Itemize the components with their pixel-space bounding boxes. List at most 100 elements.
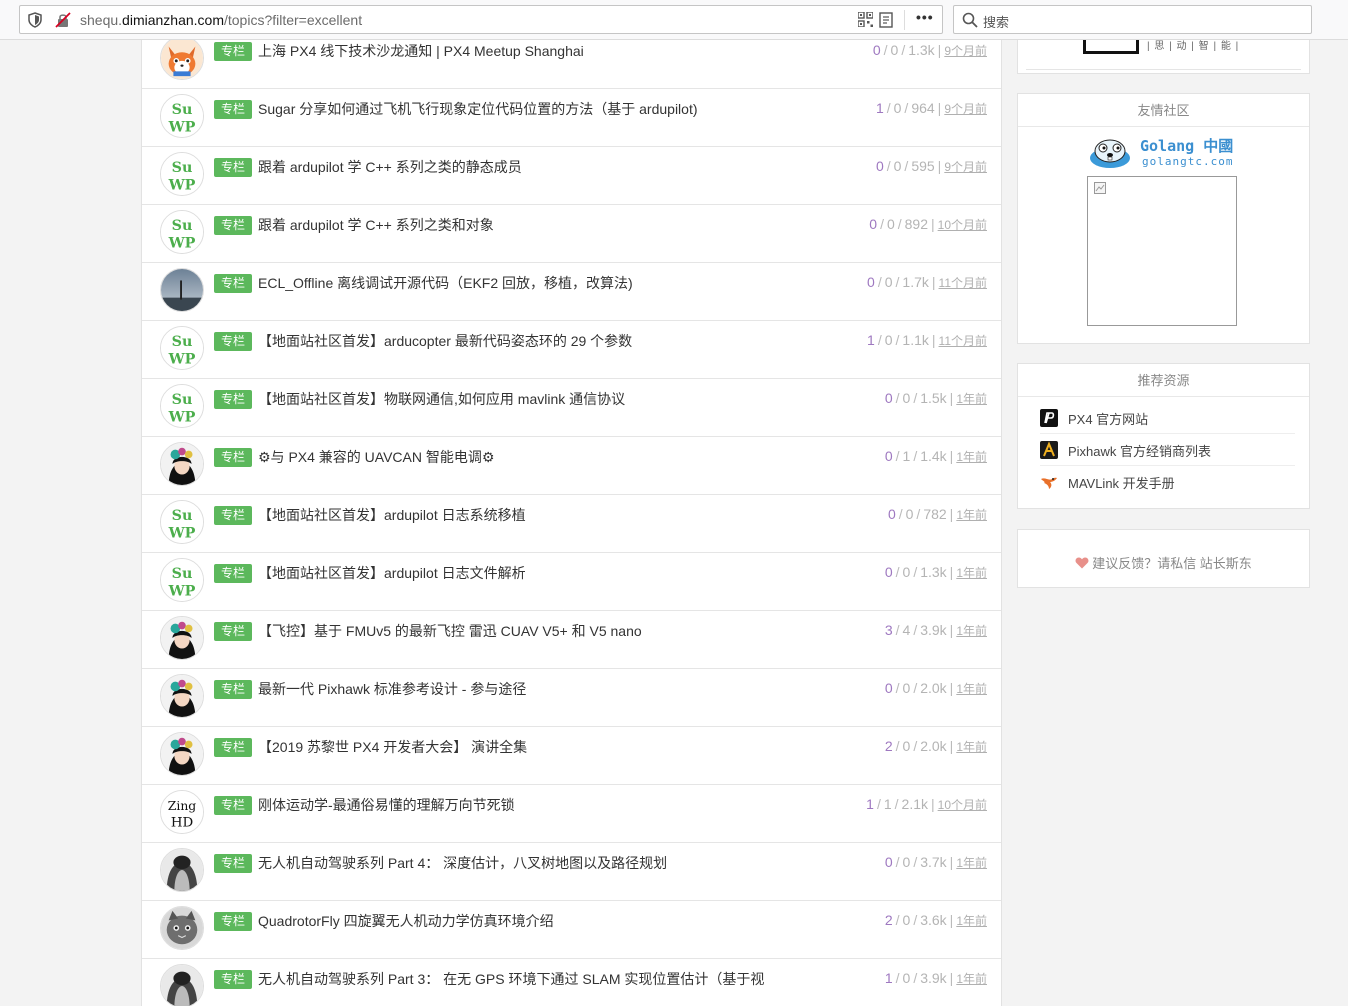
last-reply-time-link[interactable]: 1年前 xyxy=(956,856,987,870)
last-reply-time-link[interactable]: 1年前 xyxy=(956,566,987,580)
topic-title-link[interactable]: 【2019 苏黎世 PX4 开发者大会】 演讲全集 xyxy=(258,737,527,757)
topic-row[interactable]: Su WP 专栏 Sugar 分享如何通过飞机飞行现象定位代码位置的方法（基于 ard… xyxy=(142,89,1001,147)
user-avatar[interactable]: Su WP xyxy=(160,500,204,544)
user-avatar[interactable] xyxy=(160,848,204,892)
topic-row[interactable]: 专栏 上海 PX4 线下技术沙龙通知 | PX4 Meetup Shanghai 0… xyxy=(142,40,1001,89)
column-tag-badge[interactable]: 专栏 xyxy=(214,506,252,525)
user-avatar[interactable] xyxy=(160,442,204,486)
topic-row[interactable]: 专栏 【飞控】基于 FMUv5 的最新飞控 雷迅 CUAV V5+ 和 V5 na… xyxy=(142,611,1001,669)
last-reply-time-link[interactable]: 1年前 xyxy=(956,508,987,522)
topic-title-link[interactable]: 最新一代 Pixhawk 标准参考设计 - 参与途径 xyxy=(258,679,526,699)
topic-row[interactable]: 专栏 最新一代 Pixhawk 标准参考设计 - 参与途径 0/0/2.0k | 1年前 xyxy=(142,669,1001,727)
topic-title-link[interactable]: 【飞控】基于 FMUv5 的最新飞控 雷迅 CUAV V5+ 和 V5 nano xyxy=(258,621,642,641)
user-avatar[interactable]: Zing HD xyxy=(160,790,204,834)
column-tag-badge[interactable]: 专栏 xyxy=(214,42,252,61)
user-avatar[interactable]: Su WP xyxy=(160,210,204,254)
last-reply-time-link[interactable]: 1年前 xyxy=(956,392,987,406)
topic-title-link[interactable]: 上海 PX4 线下技术沙龙通知 | PX4 Meetup Shanghai xyxy=(258,41,584,61)
insecure-lock-icon[interactable] xyxy=(55,12,71,28)
golang-banner[interactable]: Golang 中國 golangtc.com xyxy=(1088,134,1240,170)
user-avatar[interactable]: Su WP xyxy=(160,326,204,370)
last-reply-time-link[interactable]: 11个月前 xyxy=(939,334,987,348)
partner-logo[interactable] xyxy=(1083,40,1139,54)
topic-title-link[interactable]: 【地面站社区首发】arducopter 最新代码姿态环的 29 个参数 xyxy=(258,331,632,351)
column-tag-badge[interactable]: 专栏 xyxy=(214,738,252,757)
user-avatar[interactable] xyxy=(160,732,204,776)
topic-row[interactable]: Su WP 专栏 跟着 ardupilot 学 C++ 系列之类和对象 0/0/892 |… xyxy=(142,205,1001,263)
column-tag-badge[interactable]: 专栏 xyxy=(214,564,252,583)
column-tag-badge[interactable]: 专栏 xyxy=(214,912,252,931)
column-tag-badge[interactable]: 专栏 xyxy=(214,680,252,699)
column-tag-badge[interactable]: 专栏 xyxy=(214,216,252,235)
topic-title-link[interactable]: 跟着 ardupilot 学 C++ 系列之类和对象 xyxy=(258,215,494,235)
topic-row[interactable]: 专栏 ECL_Offline 离线调试开源代码（EKF2 回放，移植，改算法) 0/… xyxy=(142,263,1001,321)
topic-row[interactable]: Su WP 专栏 【地面站社区首发】ardupilot 日志系统移植 0/0/782 | 1… xyxy=(142,495,1001,553)
feedback-link[interactable]: 建议反馈？请私信 站长斯东 xyxy=(1018,553,1309,572)
user-avatar[interactable] xyxy=(160,964,204,1006)
last-reply-time-link[interactable]: 9个月前 xyxy=(944,44,987,58)
reader-view-icon[interactable] xyxy=(879,12,893,28)
user-avatar[interactable] xyxy=(160,674,204,718)
column-tag-badge[interactable]: 专栏 xyxy=(214,448,252,467)
topic-row[interactable]: 专栏 ⚙与 PX4 兼容的 UAVCAN 智能电调⚙ 0/1/1.4k | 1年前 xyxy=(142,437,1001,495)
topic-title-link[interactable]: Sugar 分享如何通过飞机飞行现象定位代码位置的方法（基于 ardupilot… xyxy=(258,99,698,119)
resource-px4[interactable]: PX4 官方网站 xyxy=(1040,402,1295,434)
topic-title-link[interactable]: 【地面站社区首发】ardupilot 日志系统移植 xyxy=(258,505,526,525)
user-avatar[interactable]: Su WP xyxy=(160,94,204,138)
topic-row[interactable]: Zing HD 专栏 刚体运动学-最通俗易懂的理解万向节死锁 1/1/2.1k | 10个月… xyxy=(142,785,1001,843)
topic-row[interactable]: Su WP 专栏 【地面站社区首发】ardupilot 日志文件解析 0/0/1.3k |… xyxy=(142,553,1001,611)
partner-image-placeholder[interactable] xyxy=(1087,176,1237,326)
column-tag-badge[interactable]: 专栏 xyxy=(214,390,252,409)
resource-pixhawk[interactable]: Pixhawk 官方经销商列表 xyxy=(1040,434,1295,466)
user-avatar[interactable]: Su WP xyxy=(160,152,204,196)
url-text[interactable]: shequ.dimianzhan.com/topics?filter=excel… xyxy=(80,12,362,28)
column-tag-badge[interactable]: 专栏 xyxy=(214,796,252,815)
last-reply-time-link[interactable]: 9个月前 xyxy=(944,102,987,116)
topic-title-link[interactable]: 刚体运动学-最通俗易懂的理解万向节死锁 xyxy=(258,795,515,815)
topic-row[interactable]: Su WP 专栏 【地面站社区首发】物联网通信,如何应用 mavlink 通信协议 0/… xyxy=(142,379,1001,437)
topic-title-link[interactable]: 跟着 ardupilot 学 C++ 系列之类的静态成员 xyxy=(258,157,522,177)
topic-title-link[interactable]: 无人机自动驾驶系列 Part 4： 深度估计，八叉树地图以及路径规划 xyxy=(258,853,667,873)
topic-title-link[interactable]: ECL_Offline 离线调试开源代码（EKF2 回放，移植，改算法) xyxy=(258,273,633,293)
last-reply-time-link[interactable]: 1年前 xyxy=(956,624,987,638)
topic-title-link[interactable]: 【地面站社区首发】物联网通信,如何应用 mavlink 通信协议 xyxy=(258,389,625,409)
topic-title-link[interactable]: ⚙与 PX4 兼容的 UAVCAN 智能电调⚙ xyxy=(258,447,494,467)
topic-row[interactable]: 专栏 【2019 苏黎世 PX4 开发者大会】 演讲全集 2/0/2.0k | 1年前 xyxy=(142,727,1001,785)
search-bar[interactable]: 搜索 xyxy=(953,5,1312,34)
topic-row[interactable]: 专栏 无人机自动驾驶系列 Part 4： 深度估计，八叉树地图以及路径规划 0/0/… xyxy=(142,843,1001,901)
topic-row[interactable]: Su WP 专栏 【地面站社区首发】arducopter 最新代码姿态环的 29 个参… xyxy=(142,321,1001,379)
user-avatar[interactable] xyxy=(160,906,204,950)
user-avatar[interactable] xyxy=(160,40,204,80)
user-avatar[interactable] xyxy=(160,268,204,312)
last-reply-time-link[interactable]: 1年前 xyxy=(956,740,987,754)
topic-row[interactable]: Su WP 专栏 跟着 ardupilot 学 C++ 系列之类的静态成员 0/0/59… xyxy=(142,147,1001,205)
last-reply-time-link[interactable]: 10个月前 xyxy=(938,218,987,232)
qr-code-icon[interactable] xyxy=(858,12,873,27)
user-avatar[interactable]: Su WP xyxy=(160,558,204,602)
topic-row[interactable]: 专栏 QuadrotorFly 四旋翼无人机动力学仿真环境介绍 2/0/3.6k | 1… xyxy=(142,901,1001,959)
last-reply-time-link[interactable]: 1年前 xyxy=(956,972,987,986)
user-avatar[interactable] xyxy=(160,616,204,660)
user-avatar[interactable]: Su WP xyxy=(160,384,204,428)
last-reply-time-link[interactable]: 11个月前 xyxy=(939,276,987,290)
topic-title-link[interactable]: QuadrotorFly 四旋翼无人机动力学仿真环境介绍 xyxy=(258,911,554,931)
last-reply-time-link[interactable]: 1年前 xyxy=(956,682,987,696)
address-bar[interactable]: shequ.dimianzhan.com/topics?filter=excel… xyxy=(19,5,943,34)
column-tag-badge[interactable]: 专栏 xyxy=(214,274,252,293)
column-tag-badge[interactable]: 专栏 xyxy=(214,100,252,119)
topic-title-link[interactable]: 无人机自动驾驶系列 Part 3： 在无 GPS 环境下通过 SLAM 实现位置… xyxy=(258,969,764,989)
topic-title-link[interactable]: 【地面站社区首发】ardupilot 日志文件解析 xyxy=(258,563,526,583)
last-reply-time-link[interactable]: 1年前 xyxy=(956,914,987,928)
column-tag-badge[interactable]: 专栏 xyxy=(214,622,252,641)
last-reply-time-link[interactable]: 1年前 xyxy=(956,450,987,464)
last-reply-time-link[interactable]: 9个月前 xyxy=(944,160,987,174)
column-tag-badge[interactable]: 专栏 xyxy=(214,854,252,873)
resource-mavlink[interactable]: MAVLink 开发手册 xyxy=(1040,466,1295,498)
page-actions-menu-button[interactable]: ••• xyxy=(916,9,934,25)
column-tag-badge[interactable]: 专栏 xyxy=(214,970,252,989)
shield-icon[interactable] xyxy=(28,12,42,28)
topic-row[interactable]: 专栏 无人机自动驾驶系列 Part 3： 在无 GPS 环境下通过 SLAM 实现… xyxy=(142,959,1001,1006)
column-tag-badge[interactable]: 专栏 xyxy=(214,158,252,177)
last-reply-time-link[interactable]: 10个月前 xyxy=(938,798,987,812)
column-tag-badge[interactable]: 专栏 xyxy=(214,332,252,351)
